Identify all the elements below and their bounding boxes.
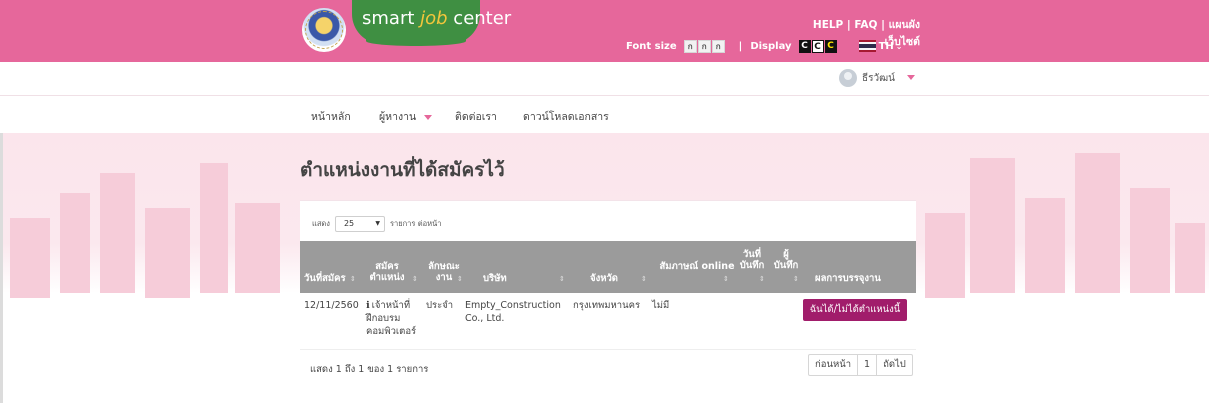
applied-jobs-panel: แสดง 25 รายการ ต่อหน้า วันที่สมัคร ⇕ สมั… xyxy=(300,200,916,383)
column-placement-result[interactable]: ผลการบรรจุงาน xyxy=(815,273,881,284)
previous-page-button[interactable]: ก่อนหน้า xyxy=(809,355,859,375)
cell-position[interactable]: ℹ เจ้าหน้าที่ ฝึกอบรม คอมพิวเตอร์ xyxy=(366,299,422,338)
cell-company: Empty_Construction Co., Ltd. xyxy=(465,300,561,324)
sort-icon: ⇕ xyxy=(759,275,765,283)
column-online-interview[interactable]: สัมภาษณ์ online xyxy=(656,261,738,272)
column-apply-date[interactable]: วันที่สมัคร xyxy=(304,273,346,284)
sort-icon: ⇕ xyxy=(641,275,647,283)
seal-ring xyxy=(305,11,343,49)
display-light-button[interactable]: C xyxy=(811,39,824,53)
main-nav: หน้าหลัก ผู้หางาน ติดต่อเรา ดาวน์โหลดเอก… xyxy=(0,97,1209,133)
page-title: ตำแหน่งงานที่ได้สมัครไว้ xyxy=(300,159,505,181)
font-size-medium-button[interactable]: ก xyxy=(697,39,711,53)
chevron-down-icon: ⌄ xyxy=(895,41,903,51)
cell-job-type: ประจำ xyxy=(426,300,454,311)
skyline-building xyxy=(145,208,190,298)
sort-icon: ⇕ xyxy=(723,275,729,283)
column-province[interactable]: จังหวัด xyxy=(590,273,618,284)
skyline-building xyxy=(1175,223,1205,293)
cell-apply-date: 12/11/2560 xyxy=(304,300,359,311)
sort-icon: ⇕ xyxy=(793,275,799,283)
user-avatar-icon[interactable] xyxy=(839,69,857,87)
cell-online-interview: ไม่มี xyxy=(652,300,670,311)
skyline-building xyxy=(200,163,228,293)
logo-text: smart job center xyxy=(362,8,512,29)
position-text: เจ้าหน้าที่ ฝึกอบรม คอมพิวเตอร์ xyxy=(366,300,417,337)
column-position[interactable]: สมัคร ตำแหน่ง xyxy=(366,261,408,283)
nav-jobseeker-label: ผู้หางาน xyxy=(379,111,417,123)
help-link[interactable]: HELP xyxy=(813,19,843,31)
thai-flag-icon xyxy=(858,40,876,52)
tools-separator: | xyxy=(738,40,743,52)
got-position-button[interactable]: ฉันได้/ไม่ได้ตำแหน่งนี้ xyxy=(803,299,907,321)
info-icon[interactable]: ℹ xyxy=(366,300,370,311)
skyline-building xyxy=(1075,153,1120,293)
display-normal-button[interactable]: C xyxy=(798,39,811,53)
page-length-select[interactable]: 25 xyxy=(334,216,385,232)
user-bar: ธีรวัฒน์ xyxy=(0,62,1209,96)
accessibility-tools: Font size ก ก ก | Display C C C TH ⌄ xyxy=(626,38,902,54)
length-suffix: รายการ ต่อหน้า xyxy=(389,219,442,228)
nav-jobseeker[interactable]: ผู้หางาน xyxy=(379,108,433,125)
sort-icon: ⇕ xyxy=(412,275,418,283)
table-header: วันที่สมัคร ⇕ สมัคร ตำแหน่ง ⇕ ลักษณะ งาน… xyxy=(300,241,916,293)
cell-province: กรุงเทพมหานคร xyxy=(573,300,641,311)
font-size-large-button[interactable]: ก xyxy=(711,39,725,53)
skyline-building xyxy=(925,213,965,298)
column-company[interactable]: บริษัท xyxy=(483,273,507,284)
skyline-building xyxy=(235,203,280,293)
length-prefix: แสดง xyxy=(312,219,330,228)
column-recorder[interactable]: ผู้ บันทึก xyxy=(772,249,800,271)
page-length-control: แสดง 25 รายการ ต่อหน้า xyxy=(312,216,441,232)
skyline-building xyxy=(1025,198,1065,293)
sort-icon: ⇕ xyxy=(350,275,356,283)
caret-down-icon xyxy=(424,114,433,120)
page-1-button[interactable]: 1 xyxy=(858,355,878,375)
font-size-label: Font size xyxy=(626,40,677,52)
sort-icon: ⇕ xyxy=(457,275,463,283)
language-selector[interactable]: TH ⌄ xyxy=(858,40,903,52)
table-row: 12/11/2560 ℹ เจ้าหน้าที่ ฝึกอบรม คอมพิวเต… xyxy=(300,293,916,350)
skyline-building xyxy=(100,173,135,293)
top-header: smart job center HELP | FAQ | แผนผังเว็บ… xyxy=(0,0,1209,62)
language-label: TH xyxy=(878,40,894,52)
font-size-small-button[interactable]: ก xyxy=(683,39,697,53)
sort-icon: ⇕ xyxy=(559,275,565,283)
skyline-building xyxy=(1130,188,1170,293)
nav-home[interactable]: หน้าหลัก xyxy=(311,108,351,125)
skyline-building xyxy=(970,158,1015,293)
table-info: แสดง 1 ถึง 1 ของ 1 รายการ xyxy=(310,364,429,375)
column-record-date[interactable]: วันที่ บันทึก xyxy=(738,249,766,271)
user-menu-caret-icon[interactable] xyxy=(907,75,915,80)
user-name[interactable]: ธีรวัฒน์ xyxy=(862,71,895,86)
pagination: ก่อนหน้า 1 ถัดไป xyxy=(808,354,913,376)
skyline-building xyxy=(10,218,50,298)
skyline-building xyxy=(60,193,90,293)
faq-link[interactable]: FAQ xyxy=(854,19,877,31)
next-page-button[interactable]: ถัดไป xyxy=(877,355,912,375)
display-label: Display xyxy=(750,40,792,52)
left-rail xyxy=(0,133,3,403)
nav-downloads[interactable]: ดาวน์โหลดเอกสาร xyxy=(523,108,609,125)
display-contrast-button[interactable]: C xyxy=(824,39,837,53)
nav-contact[interactable]: ติดต่อเรา xyxy=(455,108,497,125)
